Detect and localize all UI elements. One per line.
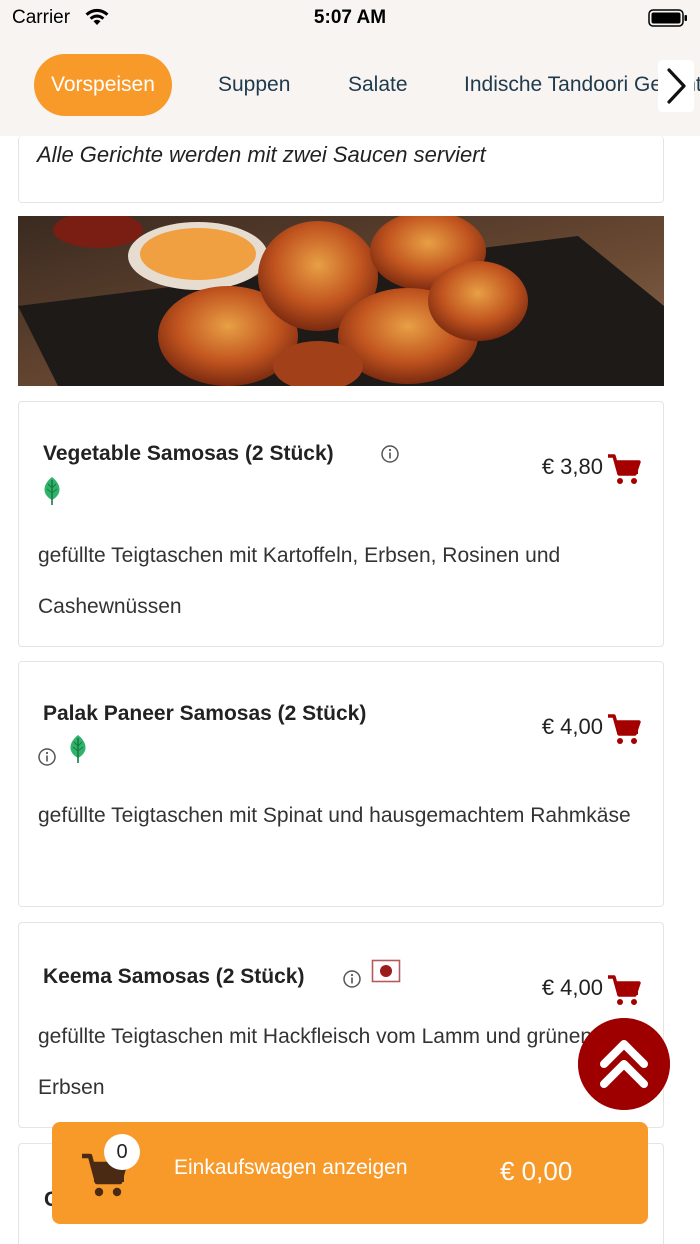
status-bar: Carrier 5:07 AM: [0, 0, 700, 36]
item-price: € 4,00: [541, 975, 603, 1000]
cart-label: Einkaufswagen anzeigen: [174, 1156, 408, 1179]
add-to-cart-icon[interactable]: [607, 975, 641, 1007]
menu-item-card[interactable]: Vegetable Samosas (2 Stück) € 3,80 gefül…: [18, 401, 664, 647]
tab-suppen[interactable]: Suppen: [218, 54, 290, 116]
section-note-card: Alle Gerichte werden mit zwei Saucen ser…: [18, 136, 664, 203]
item-description: gefüllte Teigtaschen mit Spinat und haus…: [38, 804, 631, 827]
meat-icon: [371, 959, 401, 983]
cart-count-badge: 0: [104, 1134, 140, 1170]
category-tabs: Vorspeisen Suppen Salate Indische Tandoo…: [0, 36, 700, 136]
battery-icon: [648, 9, 687, 27]
view-cart-button[interactable]: 0 Einkaufswagen anzeigen € 0,00: [52, 1122, 648, 1224]
tab-vorspeisen[interactable]: Vorspeisen: [34, 54, 172, 116]
item-description: gefüllte Teigtaschen mit Kartoffeln, Erb…: [38, 544, 561, 618]
item-name: Palak Paneer Samosas (2 Stück): [43, 702, 367, 725]
add-to-cart-icon[interactable]: [607, 714, 641, 746]
item-description: gefüllte Teigtaschen mit Hackfleisch vom…: [38, 1025, 593, 1099]
item-price: € 3,80: [541, 454, 603, 479]
vegetarian-leaf-icon: [70, 735, 86, 763]
scroll-to-top-button[interactable]: [578, 1018, 670, 1110]
category-hero-image: [18, 216, 664, 386]
item-name: Vegetable Samosas (2 Stück): [43, 442, 334, 465]
item-price: € 4,00: [541, 714, 603, 739]
menu-item-card[interactable]: Palak Paneer Samosas (2 Stück) € 4,00 ge…: [18, 661, 664, 907]
item-name: Keema Samosas (2 Stück): [43, 965, 305, 988]
info-icon[interactable]: [37, 747, 57, 767]
tab-salate[interactable]: Salate: [348, 54, 408, 116]
cart-total: € 0,00: [500, 1156, 573, 1186]
chevron-right-icon[interactable]: [658, 60, 694, 112]
section-note: Alle Gerichte werden mit zwei Saucen ser…: [37, 142, 486, 167]
add-to-cart-icon[interactable]: [607, 454, 641, 486]
clock: 5:07 AM: [313, 7, 387, 28]
menu-item-card[interactable]: Keema Samosas (2 Stück) € 4,00 gefüllte …: [18, 922, 664, 1128]
vegetarian-leaf-icon: [44, 477, 60, 505]
info-icon[interactable]: [342, 969, 362, 989]
info-icon[interactable]: [380, 444, 400, 464]
